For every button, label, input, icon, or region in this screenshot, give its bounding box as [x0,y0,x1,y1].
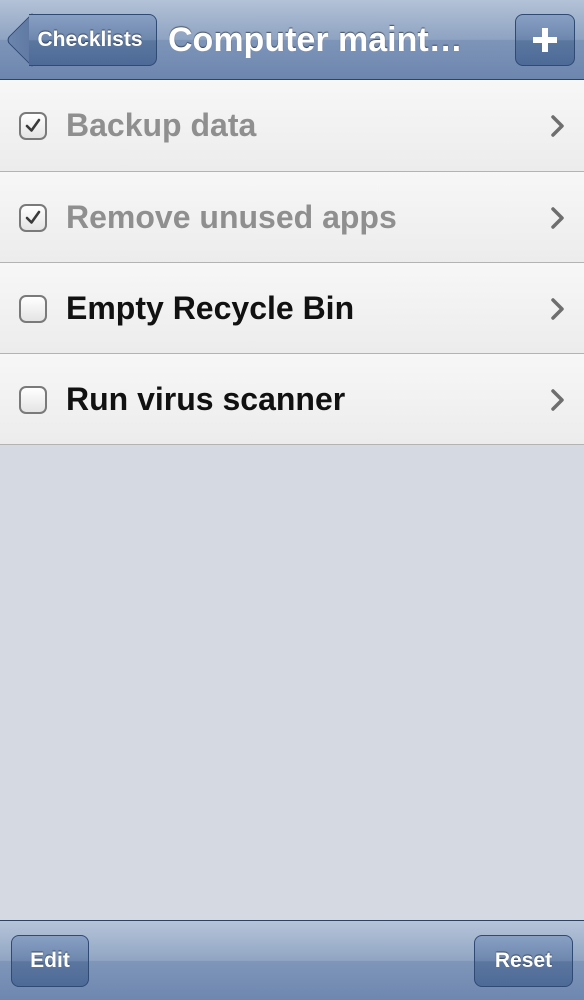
item-label: Remove unused apps [66,199,397,235]
page-title: Computer maint… [168,21,463,59]
chevron-right-icon [551,115,564,137]
bottom-toolbar: Edit Reset [0,920,584,1000]
add-item-button[interactable] [515,14,575,66]
checkmark-icon [25,210,41,224]
checkbox-checked[interactable] [19,112,47,140]
list-item[interactable]: Run virus scanner [0,354,584,445]
edit-button[interactable]: Edit [11,935,89,987]
chevron-right-icon [551,298,564,320]
checklist: Backup data Remove unused apps Empty Rec… [0,80,584,445]
item-label: Run virus scanner [66,381,346,417]
list-item[interactable]: Empty Recycle Bin [0,263,584,354]
reset-button[interactable]: Reset [474,935,573,987]
empty-list-area [0,446,584,920]
checkbox-unchecked[interactable] [19,295,47,323]
chevron-right-icon [551,207,564,229]
item-label: Empty Recycle Bin [66,290,355,326]
list-item[interactable]: Remove unused apps [0,172,584,263]
chevron-right-icon [551,389,564,411]
back-button-checklists[interactable]: Checklists [5,13,157,67]
checkbox-checked[interactable] [19,204,47,232]
checkmark-icon [25,118,41,132]
plus-icon [533,28,557,52]
navigation-bar: Checklists Computer maint… [0,0,584,80]
item-label: Backup data [66,107,257,143]
back-button-label: Checklists [37,28,143,51]
checkbox-unchecked[interactable] [19,386,47,414]
list-item[interactable]: Backup data [0,80,584,172]
